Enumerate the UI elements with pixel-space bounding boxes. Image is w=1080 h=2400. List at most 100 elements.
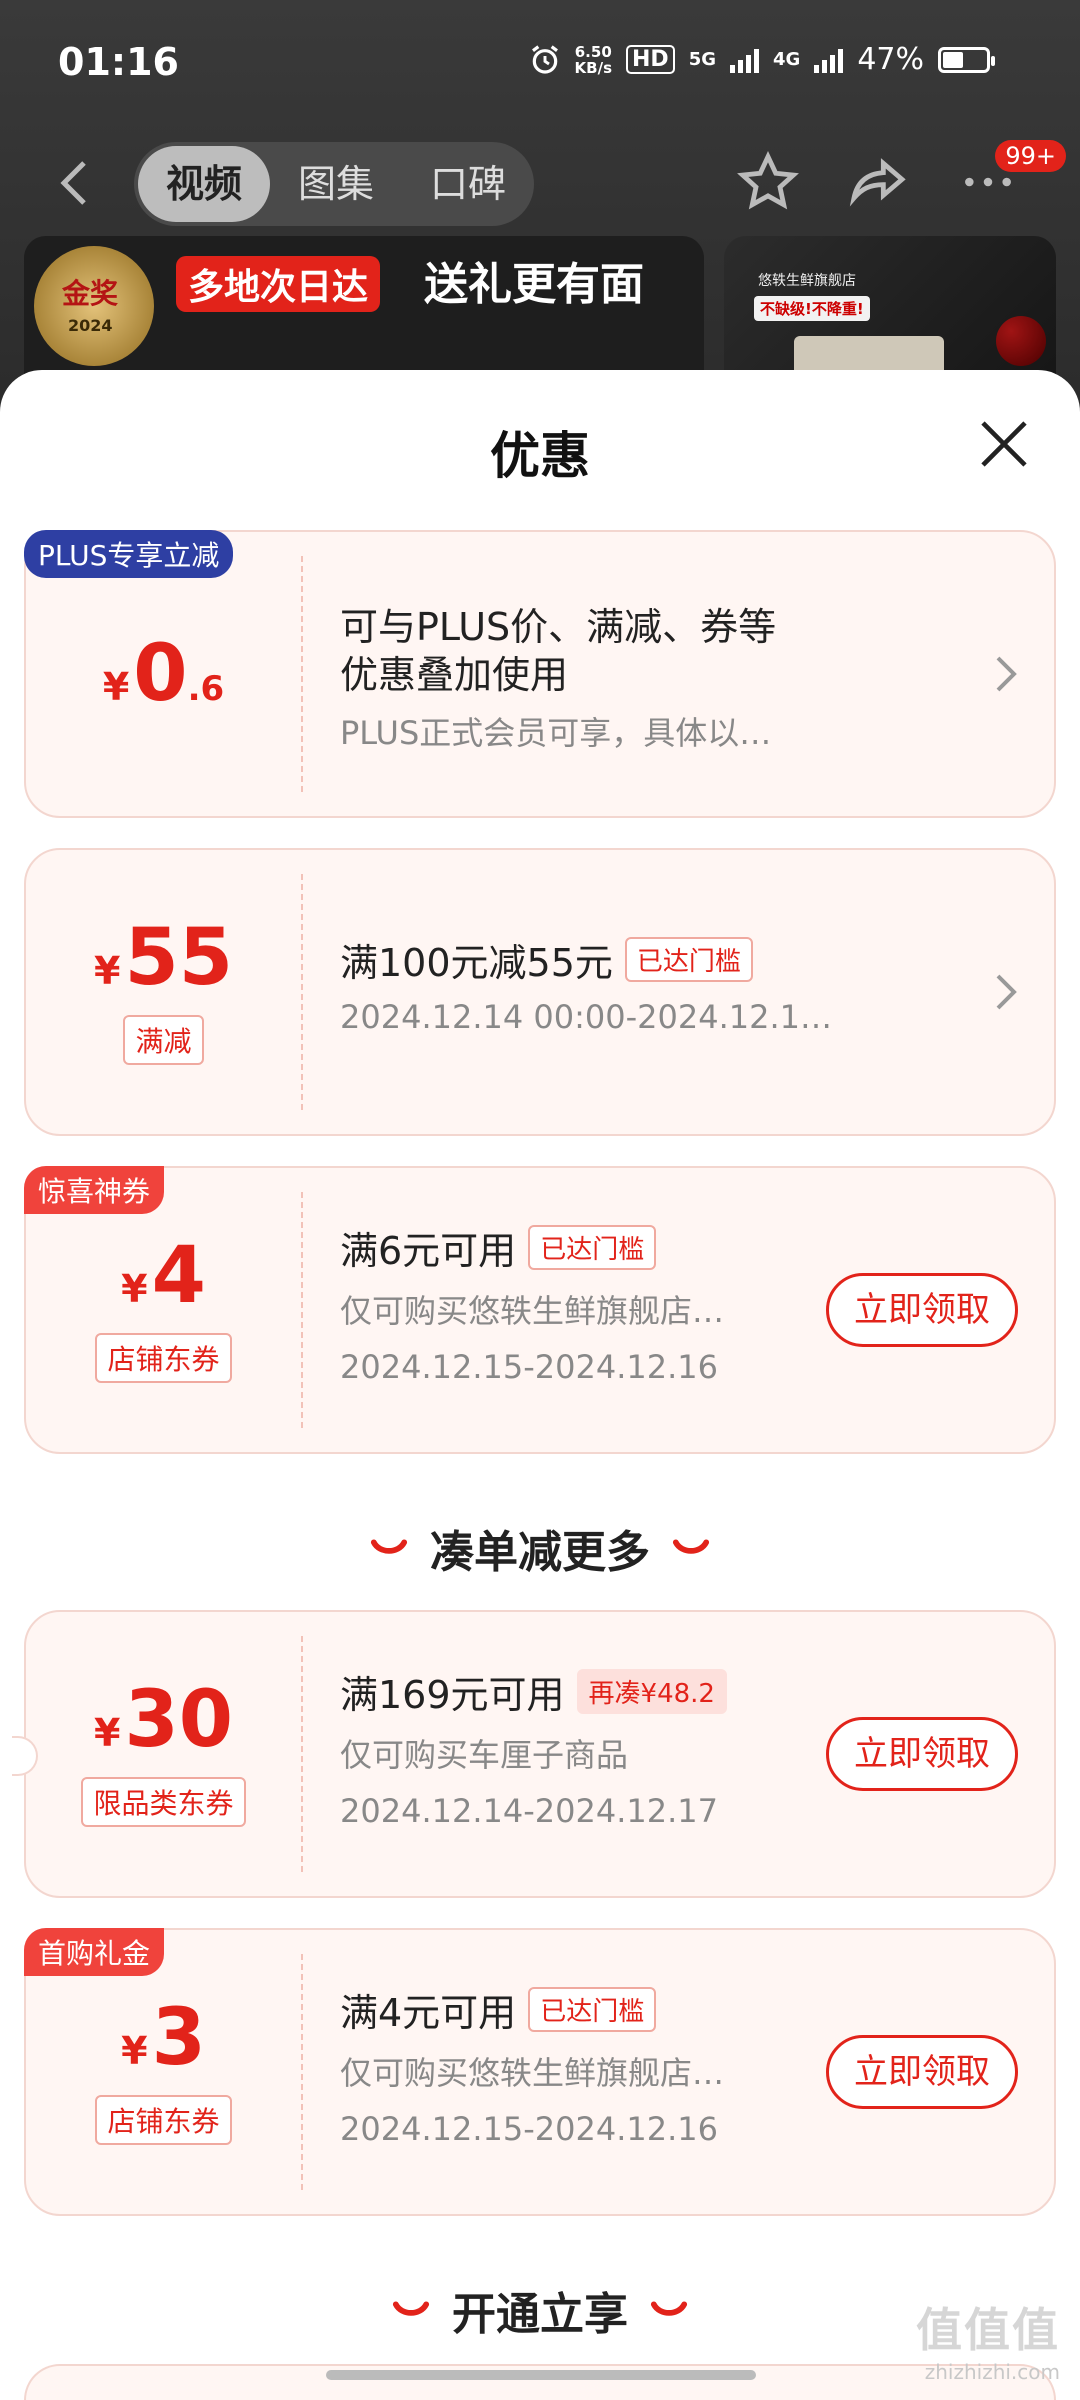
watermark-logo: 值值值 (916, 2303, 1060, 2357)
coupon-card-category[interactable]: ¥ 30 限品类东券 满169元可用 再凑¥48.2 仅可购买车厘子商品 202… (12, 1610, 1056, 1898)
coupon-type-tag: 满减 (123, 1015, 204, 1065)
hd-icon: HD (626, 45, 675, 74)
status-icons: 6.50 KB/s HD 5G 4G 47% (529, 42, 995, 77)
watermark-site: zhizhizhi.com (924, 2360, 1060, 2384)
coupon-amount: ¥ 55 (94, 919, 233, 997)
amount-integer: 55 (124, 913, 233, 1003)
coupon-scope: 仅可购买悠轶生鲜旗舰店… (340, 1292, 725, 1330)
claim-coupon-button[interactable]: 立即领取 (826, 1273, 1018, 1347)
signal-4g-icon (814, 47, 844, 73)
smile-decoration-icon (392, 2301, 430, 2316)
coupon-scope: 仅可购买悠轶生鲜旗舰店… (340, 2054, 725, 2092)
section-title: 凑单减更多 (430, 1527, 650, 1578)
coupon-description: PLUS正式会员可享，具体以… (340, 714, 772, 752)
coupon-amount-area: ¥ 55 满减 (26, 850, 301, 1134)
currency-symbol: ¥ (121, 1267, 148, 1311)
more-badge: 99+ (995, 140, 1066, 172)
product-nav-bar: 视频 图集 口碑 99+ (0, 130, 1080, 240)
coupon-amount: ¥ 4 (121, 1237, 206, 1315)
close-icon[interactable] (976, 416, 1032, 472)
sheet-title: 优惠 (490, 427, 590, 485)
coupon-info: 满6元可用 已达门槛 仅可购买悠轶生鲜旗舰店… 2024.12.15-2024.… (340, 1168, 864, 1452)
coupon-type-tag: 店铺东券 (95, 2095, 232, 2145)
award-title: 金奖 (62, 277, 119, 310)
coupon-title: 满169元可用 再凑¥48.2 (340, 1664, 727, 1719)
coupon-card-plus[interactable]: ¥ 0 .6 PLUS专享立减 可与PLUS价、满减、券等 优惠叠加使用 PLU… (24, 530, 1056, 818)
coupon-validity: 2024.12.15-2024.12.16 (340, 2110, 718, 2148)
alarm-icon (531, 44, 558, 74)
threshold-reached-pill: 已达门槛 (624, 937, 753, 982)
smile-decoration-icon (672, 1539, 710, 1554)
network-speed-unit: KB/s (574, 58, 612, 77)
battery-percent: 47% (857, 42, 924, 77)
coupon-corner-badge: PLUS专享立减 (24, 530, 234, 578)
coupon-type-tag: 限品类东券 (81, 1777, 246, 1827)
coupon-card-first-purchase[interactable]: ¥ 3 店铺东券 首购礼金 满4元可用 已达门槛 仅可购买悠轶生鲜旗舰店… 20… (24, 1928, 1056, 2216)
coupon-card-full-reduction[interactable]: ¥ 55 满减 满100元减55元 已达门槛 2024.12.14 00:00-… (24, 848, 1056, 1136)
coupon-info: 满169元可用 再凑¥48.2 仅可购买车厘子商品 2024.12.14-202… (340, 1612, 864, 1896)
network-speed-value: 6.50 (574, 42, 612, 61)
award-year: 2024 (68, 316, 113, 335)
coupon-corner-badge: 惊喜神券 (24, 1166, 165, 1214)
coupon-info: 可与PLUS价、满减、券等 优惠叠加使用 PLUS正式会员可享，具体以… (340, 532, 864, 816)
back-arrow-icon[interactable] (52, 158, 96, 208)
award-medal-icon: 金奖 2024 (34, 246, 154, 366)
coupon-title-line1: 可与PLUS价、满减、券等 (340, 605, 777, 649)
coupon-validity: 2024.12.14-2024.12.17 (340, 1792, 718, 1830)
amount-integer: 4 (151, 1231, 206, 1321)
threshold-reached-pill: 已达门槛 (528, 1987, 657, 2032)
claim-coupon-button[interactable]: 立即领取 (826, 2035, 1018, 2109)
status-time: 01:16 (58, 40, 179, 84)
battery-icon (938, 46, 995, 73)
currency-symbol: ¥ (121, 2029, 148, 2073)
currency-symbol: ¥ (94, 949, 121, 993)
battery-fill (943, 51, 963, 68)
coupon-validity: 2024.12.15-2024.12.16 (340, 1348, 718, 1386)
banner-slogan: 送礼更有面 (424, 259, 644, 310)
smile-decoration-icon (370, 1539, 408, 1554)
coupon-amount: ¥ 30 (94, 1681, 233, 1759)
coupon-scope: 仅可购买车厘子商品 (340, 1736, 629, 1774)
coupon-type-tag: 店铺东券 (95, 1333, 232, 1383)
currency-symbol: ¥ (102, 665, 130, 709)
coupon-title-text: 满6元可用 (340, 1229, 517, 1273)
coupon-amount: ¥ 0 .6 (103, 635, 224, 713)
media-tab-group: 视频 图集 口碑 (134, 142, 534, 226)
tab-video[interactable]: 视频 (138, 146, 270, 222)
coupon-title-text: 满100元减55元 (340, 941, 613, 985)
amount-needed-pill: 再凑¥48.2 (576, 1669, 727, 1714)
home-indicator[interactable] (326, 2370, 756, 2380)
section-title: 开通立享 (452, 2289, 628, 2340)
coupon-title: 满100元减55元 已达门槛 (340, 932, 753, 987)
coupon-title: 满4元可用 已达门槛 (340, 1982, 657, 2037)
network-5g-label: 5G (688, 49, 716, 70)
favorite-star-icon[interactable] (736, 150, 800, 214)
coupon-info: 满100元减55元 已达门槛 2024.12.14 00:00-2024.12.… (340, 850, 864, 1134)
banner-side-store: 悠轶生鲜旗舰店 (758, 273, 856, 289)
coupon-card-surprise[interactable]: ¥ 4 店铺东券 惊喜神券 满6元可用 已达门槛 仅可购买悠轶生鲜旗舰店… 20… (24, 1166, 1056, 1454)
banner-delivery-tag: 多地次日达 (176, 256, 381, 312)
coupon-info: 满4元可用 已达门槛 仅可购买悠轶生鲜旗舰店… 2024.12.15-2024.… (340, 1930, 864, 2214)
status-bar: 01:16 6.50 KB/s HD 5G 4G 47% (0, 0, 1080, 120)
discount-sheet: 优惠 ¥ 0 .6 PLUS专享立减 可与PLUS价、满减、券等 优惠叠加使用 … (0, 370, 1080, 2400)
coupon-title: 满6元可用 已达门槛 (340, 1220, 657, 1275)
coupon-title-text: 满169元可用 (340, 1673, 565, 1717)
coupon-validity: 2024.12.14 00:00-2024.12.1… (340, 998, 833, 1036)
chevron-right-icon[interactable] (994, 654, 1018, 694)
chevron-right-icon[interactable] (994, 972, 1018, 1012)
tab-reviews[interactable]: 口碑 (402, 146, 534, 222)
network-4g-label: 4G (773, 49, 801, 70)
banner-side-slogan: 不缺级!不降重! (754, 296, 870, 321)
share-icon[interactable] (846, 150, 910, 214)
coupon-amount: ¥ 3 (121, 1999, 206, 2077)
claim-coupon-button[interactable]: 立即领取 (826, 1717, 1018, 1791)
watermark: 值值值 zhizhizhi.com (916, 2294, 1060, 2384)
cherry-image (996, 316, 1046, 366)
currency-symbol: ¥ (94, 1711, 121, 1755)
amount-integer: 30 (124, 1675, 233, 1765)
smile-decoration-icon (650, 2301, 688, 2316)
coupon-title-line2: 优惠叠加使用 (340, 653, 569, 697)
amount-integer: 0 (133, 629, 188, 719)
coupon-title-text: 满4元可用 (340, 1991, 517, 2035)
tab-gallery[interactable]: 图集 (270, 146, 402, 222)
